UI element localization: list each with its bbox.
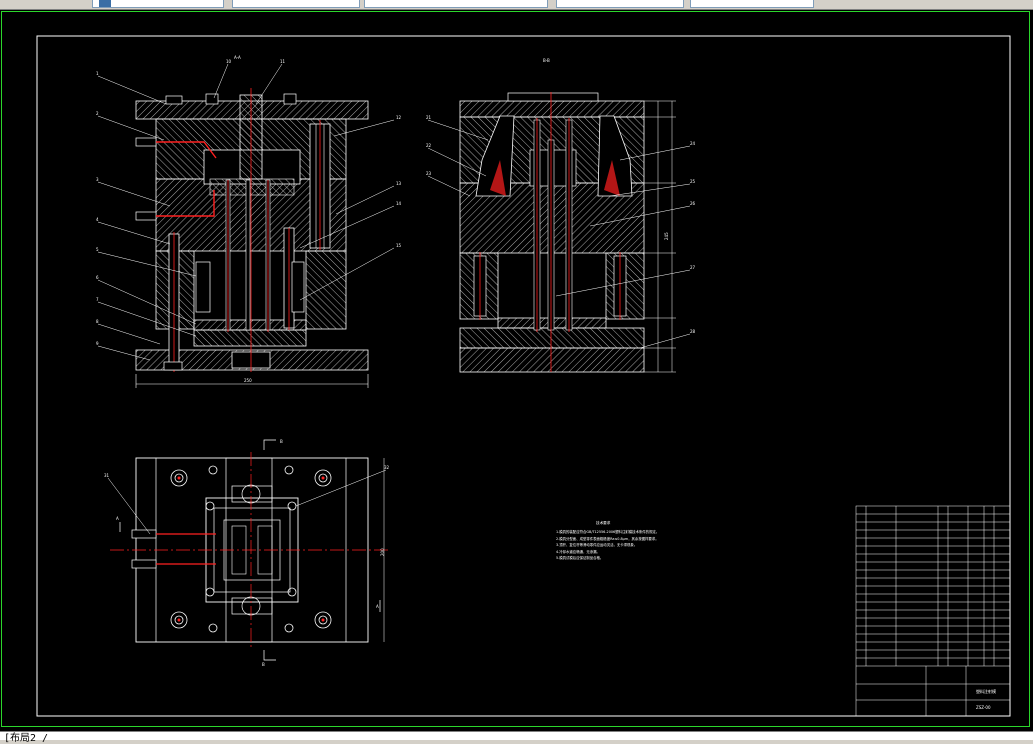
title-block-drawing-name: 塑料注射模 [976, 688, 996, 694]
tech-requirement-3: 3.顶杆、复位杆等滑动零件应运动灵活，无卡滞现象。 [556, 543, 638, 548]
side-callout-24: 24 [690, 141, 696, 146]
tech-requirement-2: 2.模具分型面、成型零件表面粗糙度Ra≤0.8μm，其余按图样要求。 [556, 536, 659, 541]
tech-requirement-4: 4.冷却水道应畅通，无渗漏。 [556, 549, 600, 554]
main-callout-1: 1 [96, 71, 99, 76]
tech-requirements-title: 技术要求 [596, 521, 611, 525]
main-section-title: A-A [234, 55, 241, 60]
side-section-title: B-B [543, 58, 550, 63]
plan-callout-32: 32 [384, 465, 390, 470]
plan-section-mark-left: A [116, 516, 119, 521]
side-callout-22: 22 [426, 143, 432, 148]
main-callout-4: 4 [96, 217, 99, 222]
main-callout-15: 15 [396, 243, 402, 248]
side-section-view: B-B 245 21 22 23 24 25 26 27 28 [426, 58, 696, 373]
main-callout-13: 13 [396, 181, 402, 186]
main-callout-8: 8 [96, 319, 99, 324]
plan-height-dimension: 200 [380, 548, 385, 556]
main-callout-9: 9 [96, 341, 99, 346]
main-callout-3: 3 [96, 177, 99, 182]
main-callout-7: 7 [96, 297, 99, 302]
plan-section-mark-bottom: B [262, 662, 265, 667]
title-block-drawing-number: ZSZ-00 [976, 705, 991, 710]
command-line-text: [布局2 / [4, 733, 49, 744]
main-callout-11: 11 [280, 59, 286, 64]
side-height-dimension: 245 [664, 232, 669, 240]
cad-drawing: A-A 250 1 2 3 4 5 6 7 8 9 10 11 12 13 14… [36, 35, 1011, 717]
main-callout-5: 5 [96, 247, 99, 252]
side-callout-26: 26 [690, 201, 696, 206]
main-callout-2: 2 [96, 111, 99, 116]
technical-requirements: 技术要求 1.模具的装配应符合GB/T12556-2006塑料注射模技术条件的规… [556, 521, 776, 562]
side-callout-28: 28 [690, 329, 696, 334]
title-block [855, 505, 1011, 717]
side-callout-25: 25 [690, 179, 696, 184]
tech-requirement-1: 1.模具的装配应符合GB/T12556-2006塑料注射模技术条件的规定。 [556, 530, 660, 534]
plan-section-mark-top: B [280, 439, 283, 444]
tech-requirement-5: 5.模具试模后应保证制品合格。 [556, 556, 604, 561]
main-width-dimension: 250 [244, 378, 252, 383]
main-callout-10: 10 [226, 59, 232, 64]
main-callout-12: 12 [396, 115, 402, 120]
plan-callout-31: 31 [104, 473, 110, 478]
side-callout-23: 23 [426, 171, 432, 176]
side-callout-27: 27 [690, 265, 696, 270]
plan-view: B B A A 200 31 32 [104, 439, 390, 667]
side-callout-21: 21 [426, 115, 432, 120]
main-callout-14: 14 [396, 201, 402, 206]
plan-section-mark-right: A [376, 604, 379, 609]
main-section-view: A-A 250 1 2 3 4 5 6 7 8 9 10 11 12 13 14… [96, 55, 402, 388]
main-callout-6: 6 [96, 275, 99, 280]
